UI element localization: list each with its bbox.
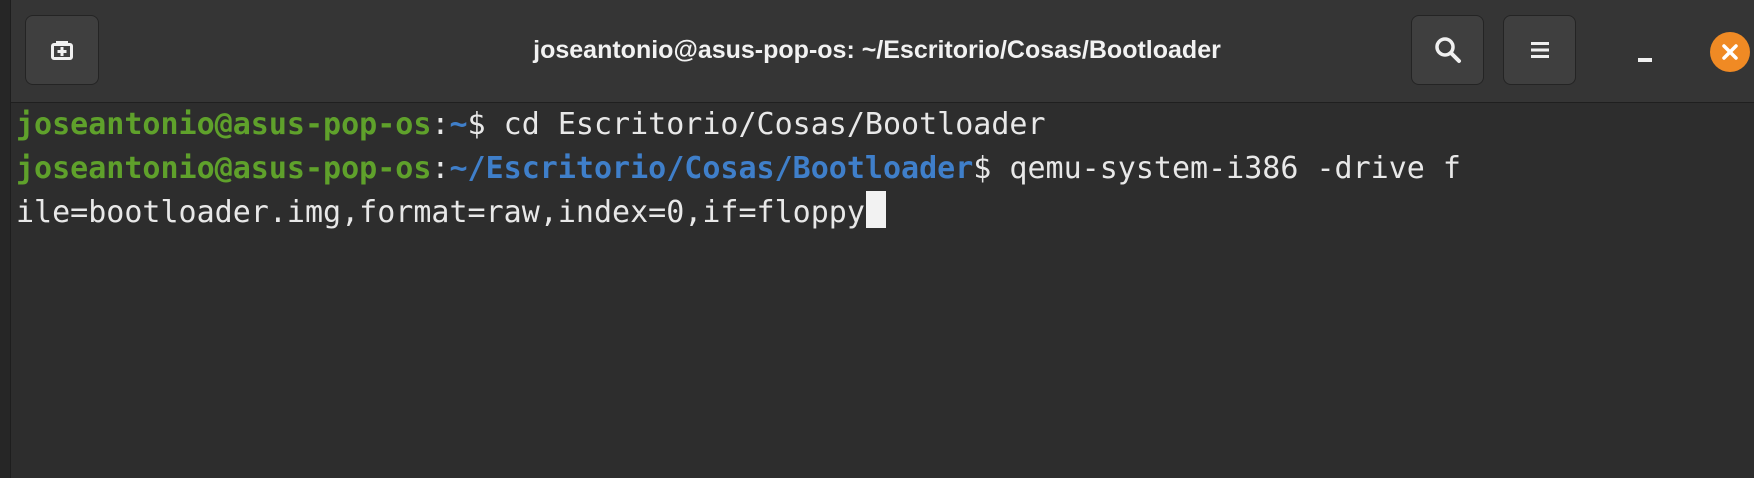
terminal-line: joseantonio@asus-pop-os:~/Escritorio/Cos… [16, 147, 1461, 191]
close-icon [1722, 44, 1738, 60]
prompt-separator: : [431, 151, 450, 186]
window-left-edge [0, 0, 11, 478]
minimize-button[interactable] [1625, 35, 1665, 75]
terminal-window: joseantonio@asus-pop-os: ~/Escritorio/Co… [0, 0, 1754, 478]
title-bar[interactable]: joseantonio@asus-pop-os: ~/Escritorio/Co… [0, 0, 1754, 103]
prompt-user-host: joseantonio@asus-pop-os [16, 151, 432, 186]
terminal-line: joseantonio@asus-pop-os:~$ cd Escritorio… [16, 103, 1046, 147]
prompt-separator: : [431, 107, 450, 142]
command-text: cd Escritorio/Cosas/Bootloader [485, 107, 1046, 142]
window-title: joseantonio@asus-pop-os: ~/Escritorio/Co… [533, 35, 1221, 64]
new-tab-button[interactable] [25, 15, 99, 85]
prompt-path: ~ [449, 107, 468, 142]
prompt-user-host: joseantonio@asus-pop-os [16, 107, 432, 142]
text-cursor [865, 191, 886, 228]
menu-button[interactable] [1503, 15, 1576, 85]
command-text: qemu-system-i386 -drive f [991, 151, 1461, 186]
prompt-symbol: $ [467, 107, 486, 142]
close-button[interactable] [1710, 32, 1750, 72]
hamburger-menu-icon [1530, 42, 1549, 58]
command-text-wrapped: ile=bootloader.img,format=raw,index=0,if… [16, 195, 865, 230]
prompt-symbol: $ [973, 151, 992, 186]
minimize-icon [1638, 58, 1652, 62]
search-icon [1434, 37, 1461, 63]
new-tab-icon [51, 41, 73, 60]
search-button[interactable] [1411, 15, 1484, 85]
terminal-line: ile=bootloader.img,format=raw,index=0,if… [16, 191, 886, 235]
terminal-output[interactable]: joseantonio@asus-pop-os:~$ cd Escritorio… [11, 103, 1754, 478]
prompt-path: ~/Escritorio/Cosas/Bootloader [449, 151, 974, 186]
